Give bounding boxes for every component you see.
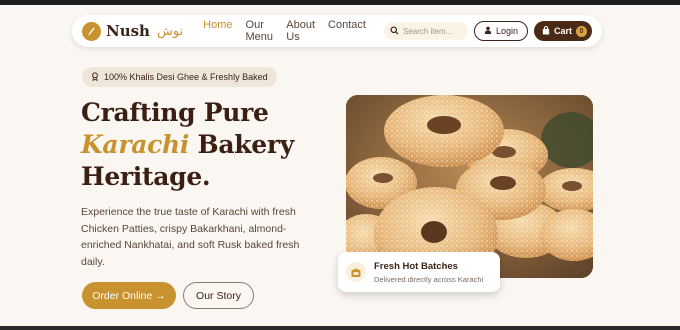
wheat-icon — [82, 21, 101, 41]
cart-count-badge: 0 — [576, 25, 587, 37]
quality-badge: 100% Khalis Desi Ghee & Freshly Baked — [82, 67, 277, 87]
window-top-edge — [0, 0, 680, 5]
award-icon — [91, 71, 99, 83]
fresh-card-title: Fresh Hot Batches — [374, 260, 458, 272]
user-icon — [484, 26, 492, 36]
brand-logo[interactable]: Nush نوش — [82, 21, 184, 41]
brand-urdu-name: نوش — [156, 23, 184, 39]
nav-about-link[interactable]: About Us — [286, 19, 315, 43]
search-input[interactable] — [402, 26, 465, 36]
hero-title-line2: Bakery — [189, 130, 294, 159]
search-box[interactable] — [383, 22, 468, 40]
navbar: Nush نوش Home Our Menu About Us Contact … — [72, 15, 602, 47]
cart-button[interactable]: Cart 0 — [533, 21, 592, 41]
hero-description: Experience the true taste of Karachi wit… — [81, 206, 300, 268]
nav-menu-link[interactable]: Our Menu — [246, 19, 274, 43]
hero-donuts-image — [346, 95, 593, 278]
bag-icon — [542, 25, 550, 37]
login-button[interactable]: Login — [473, 21, 528, 41]
hero-title-accent: Karachi — [81, 130, 190, 159]
hero-title-line3: Heritage. — [81, 162, 211, 191]
hero-title: Crafting Pure Karachi Bakery Heritage. — [81, 97, 331, 193]
fresh-card-subtitle: Delivered directly across Karachi — [374, 274, 484, 284]
nav-links: Home Our Menu About Us Contact — [203, 19, 366, 43]
search-icon — [390, 22, 399, 40]
fresh-batches-card: Fresh Hot Batches Delivered directly acr… — [338, 252, 500, 292]
badge-text: 100% Khalis Desi Ghee & Freshly Baked — [104, 72, 268, 82]
brand-name: Nush — [106, 22, 150, 40]
login-label: Login — [495, 26, 518, 36]
nav-home-link[interactable]: Home — [203, 19, 232, 43]
our-story-button[interactable]: Our Story — [183, 282, 254, 309]
oven-icon — [346, 262, 366, 282]
order-online-button[interactable]: Order Online → — [82, 282, 176, 309]
window-bottom-edge — [0, 326, 680, 330]
cart-label: Cart — [553, 26, 572, 36]
fresh-card-text: Fresh Hot Batches Delivered directly acr… — [374, 261, 483, 284]
nav-contact-link[interactable]: Contact — [328, 19, 366, 43]
hero-title-line1: Crafting Pure — [81, 98, 269, 127]
